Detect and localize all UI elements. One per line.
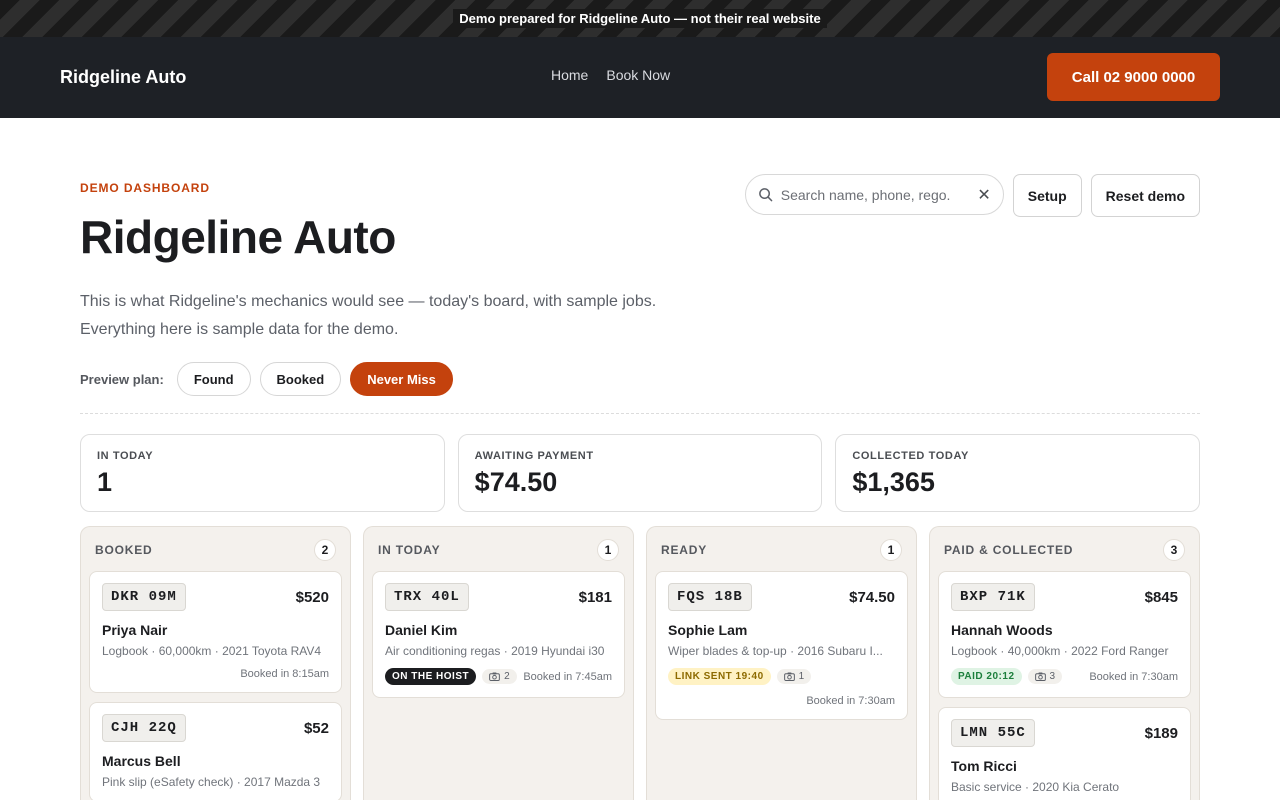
job-card[interactable]: FQS 18B $74.50 Sophie Lam Wiper blades &… bbox=[655, 571, 908, 720]
job-card[interactable]: DKR 09M $520 Priya Nair Logbook · 60,000… bbox=[89, 571, 342, 693]
job-card[interactable]: BXP 71K $845 Hannah Woods Logbook · 40,0… bbox=[938, 571, 1191, 698]
column-title: READY bbox=[661, 543, 708, 557]
stat-collected-today: COLLECTED TODAY $1,365 bbox=[835, 434, 1201, 512]
customer-name: Priya Nair bbox=[102, 622, 168, 638]
dashboard-toolbar: ✕ Setup Reset demo bbox=[744, 174, 1200, 217]
clear-search-icon[interactable]: ✕ bbox=[977, 185, 990, 205]
job-card[interactable]: TRX 40L $181 Daniel Kim Air conditioning… bbox=[372, 571, 625, 698]
main-nav: Home Book Now bbox=[551, 67, 670, 83]
nav-book-now[interactable]: Book Now bbox=[606, 67, 670, 83]
status-badge: ON THE HOIST bbox=[385, 668, 477, 685]
rego-plate: LMN 55C bbox=[951, 719, 1035, 747]
preview-plan-label: Preview plan: bbox=[80, 371, 164, 387]
customer-name: Hannah Woods bbox=[951, 622, 1053, 638]
demo-banner-text: Demo prepared for Ridgeline Auto — not t… bbox=[453, 9, 827, 28]
job-price: $74.50 bbox=[849, 588, 895, 606]
photo-count[interactable]: 2 bbox=[482, 669, 517, 684]
booked-in-time: Booked in 7:45am bbox=[523, 670, 612, 683]
job-price: $845 bbox=[1144, 588, 1178, 606]
job-card[interactable]: CJH 22Q $52 Marcus Bell Pink slip (eSafe… bbox=[89, 702, 342, 800]
column-ready: READY 1 FQS 18B $74.50 Sophie Lam Wiper … bbox=[646, 526, 917, 800]
search-icon bbox=[758, 188, 773, 202]
booked-in-time: Booked in 7:30am bbox=[1089, 670, 1178, 683]
preview-plan-selector: Preview plan: Found Booked Never Miss bbox=[80, 362, 453, 396]
description-line: This is what Ridgeline's mechanics would… bbox=[80, 293, 657, 310]
search-input[interactable] bbox=[780, 186, 978, 203]
job-price: $520 bbox=[295, 588, 329, 606]
stat-label: COLLECTED TODAY bbox=[852, 450, 969, 462]
setup-button[interactable]: Setup bbox=[1012, 174, 1082, 217]
camera-icon bbox=[1034, 672, 1046, 681]
customer-name: Daniel Kim bbox=[385, 622, 458, 638]
rego-plate: CJH 22Q bbox=[102, 714, 186, 742]
job-card[interactable]: LMN 55C $189 Tom Ricci Basic service · 2… bbox=[938, 707, 1191, 800]
column-title: IN TODAY bbox=[378, 543, 441, 557]
customer-name: Marcus Bell bbox=[102, 753, 181, 769]
job-description: Logbook · 60,000km · 2021 Toyota RAV4 bbox=[102, 644, 322, 658]
stat-awaiting-payment: AWAITING PAYMENT $74.50 bbox=[457, 434, 823, 512]
search-box: ✕ bbox=[744, 174, 1004, 215]
stat-value: $1,365 bbox=[852, 467, 935, 497]
booked-in-time: Booked in 8:15am bbox=[240, 668, 329, 680]
column-in-today: IN TODAY 1 TRX 40L $181 Daniel Kim Air c… bbox=[363, 526, 634, 800]
rego-plate: TRX 40L bbox=[385, 583, 469, 611]
nav-home[interactable]: Home bbox=[551, 67, 588, 83]
stats-row: IN TODAY 1 AWAITING PAYMENT $74.50 COLLE… bbox=[80, 434, 1201, 512]
column-header: BOOKED 2 bbox=[89, 539, 342, 561]
column-count-badge: 1 bbox=[880, 539, 902, 561]
column-header: READY 1 bbox=[655, 539, 908, 561]
photo-count[interactable]: 1 bbox=[776, 669, 812, 684]
rego-plate: FQS 18B bbox=[668, 583, 752, 611]
photo-count[interactable]: 3 bbox=[1027, 669, 1063, 684]
plan-option-never-miss[interactable]: Never Miss bbox=[350, 362, 453, 396]
stat-in-today: IN TODAY 1 bbox=[80, 434, 445, 512]
column-header: PAID & COLLECTED 3 bbox=[938, 539, 1191, 561]
demo-banner: Demo prepared for Ridgeline Auto — not t… bbox=[0, 0, 1280, 37]
status-badge: PAID 20:12 bbox=[951, 668, 1022, 685]
column-title: BOOKED bbox=[95, 543, 153, 557]
column-booked: BOOKED 2 DKR 09M $520 Priya Nair Logbook… bbox=[80, 526, 351, 800]
job-description: Basic service · 2020 Kia Cerato bbox=[951, 780, 1120, 794]
column-header: IN TODAY 1 bbox=[372, 539, 625, 561]
job-description: Logbook · 40,000km · 2022 Ford Ranger bbox=[951, 644, 1169, 658]
section-divider bbox=[80, 413, 1200, 414]
photo-count-value: 1 bbox=[798, 671, 805, 682]
site-header: Ridgeline Auto Home Book Now Call 02 900… bbox=[0, 37, 1280, 118]
brand-logo[interactable]: Ridgeline Auto bbox=[60, 67, 186, 88]
photo-count-value: 3 bbox=[1049, 671, 1056, 682]
stat-value: 1 bbox=[97, 467, 113, 497]
photo-count-value: 2 bbox=[504, 671, 510, 682]
camera-icon bbox=[489, 672, 500, 681]
booked-in-time: Booked in 7:30am bbox=[806, 695, 895, 707]
plan-option-booked[interactable]: Booked bbox=[259, 362, 342, 396]
job-description: Pink slip (eSafety check) · 2017 Mazda 3 bbox=[102, 775, 321, 789]
call-button[interactable]: Call 02 9000 0000 bbox=[1047, 53, 1220, 101]
stat-value: $74.50 bbox=[474, 467, 558, 497]
reset-demo-button[interactable]: Reset demo bbox=[1090, 174, 1200, 217]
job-price: $181 bbox=[578, 588, 612, 606]
status-badge: LINK SENT 19:40 bbox=[668, 668, 771, 685]
column-count-badge: 2 bbox=[314, 539, 336, 561]
job-board: BOOKED 2 DKR 09M $520 Priya Nair Logbook… bbox=[80, 526, 1200, 800]
column-paid-collected: PAID & COLLECTED 3 BXP 71K $845 Hannah W… bbox=[929, 526, 1200, 800]
rego-plate: DKR 09M bbox=[102, 583, 186, 611]
column-count-badge: 3 bbox=[1163, 539, 1185, 561]
job-description: Wiper blades & top-up · 2016 Subaru I... bbox=[668, 644, 883, 658]
plan-option-found[interactable]: Found bbox=[176, 362, 251, 396]
customer-name: Tom Ricci bbox=[951, 758, 1017, 774]
camera-icon bbox=[783, 672, 795, 681]
page-title: Ridgeline Auto bbox=[80, 211, 396, 263]
page-description: This is what Ridgeline's mechanics would… bbox=[80, 288, 720, 344]
column-count-badge: 1 bbox=[597, 539, 619, 561]
column-title: PAID & COLLECTED bbox=[944, 543, 1074, 557]
rego-plate: BXP 71K bbox=[951, 583, 1035, 611]
eyebrow-label: DEMO DASHBOARD bbox=[80, 181, 210, 195]
job-price: $189 bbox=[1144, 724, 1178, 742]
customer-name: Sophie Lam bbox=[668, 622, 748, 638]
stat-label: IN TODAY bbox=[97, 450, 154, 462]
job-price: $52 bbox=[303, 719, 329, 737]
stat-label: AWAITING PAYMENT bbox=[474, 450, 594, 462]
description-line: Everything here is sample data for the d… bbox=[80, 321, 399, 338]
job-description: Air conditioning regas · 2019 Hyundai i3… bbox=[385, 644, 605, 658]
